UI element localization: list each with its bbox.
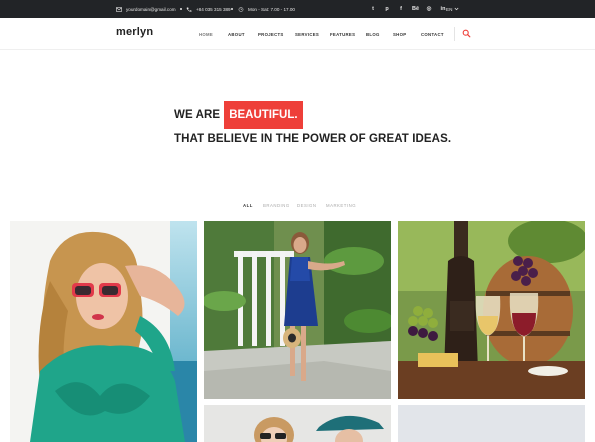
nav-blog[interactable]: BLOG xyxy=(366,32,380,37)
main-nav: HOME ABOUT PROJECTS SERVICES FEATURES BL… xyxy=(0,18,595,50)
chevron-down-icon xyxy=(454,7,459,11)
mail-icon xyxy=(116,6,122,12)
woman-sunglasses-photo xyxy=(10,221,197,442)
hours-text: Mon - Sat: 7.00 - 17.00 xyxy=(248,6,295,12)
top-bar: yourdomain@gmail.com +84 035 315 389 Mon… xyxy=(0,0,595,18)
separator-dot xyxy=(231,8,233,10)
hero-line-2: THAT BELIEVE IN THE POWER OF GREAT IDEAS… xyxy=(174,133,452,145)
separator-dot xyxy=(180,8,182,10)
language-selector[interactable]: EN xyxy=(446,0,459,18)
clock-icon xyxy=(238,6,244,12)
wine-grapes-photo xyxy=(398,221,585,399)
gallery-item-woman-blue-dress[interactable] xyxy=(204,221,391,399)
main-header: merlyn HOME ABOUT PROJECTS SERVICES FEAT… xyxy=(0,18,595,50)
opening-hours: Mon - Sat: 7.00 - 17.00 xyxy=(238,0,295,18)
woman-blue-dress-photo xyxy=(204,221,391,399)
two-women-hats-photo xyxy=(204,405,391,442)
email-contact[interactable]: yourdomain@gmail.com xyxy=(116,0,176,18)
nav-features[interactable]: FEATURES xyxy=(330,32,355,37)
nav-services[interactable]: SERVICES xyxy=(295,32,319,37)
gallery-item-woman-sunglasses[interactable] xyxy=(10,221,197,442)
phone-contact[interactable]: +84 035 315 389 xyxy=(186,0,231,18)
nav-divider xyxy=(454,27,455,41)
nav-shop[interactable]: SHOP xyxy=(393,32,406,37)
hero-prefix: WE ARE xyxy=(174,109,221,121)
filter-all[interactable]: ALL xyxy=(243,203,253,208)
phone-text: +84 035 315 389 xyxy=(196,6,231,12)
pinterest-icon[interactable]: p xyxy=(384,6,390,12)
language-label: EN xyxy=(446,6,453,12)
facebook-icon[interactable]: f xyxy=(398,6,404,12)
twitter-icon[interactable]: t xyxy=(370,6,376,12)
instagram-icon[interactable]: ◎ xyxy=(426,6,432,12)
grey-placeholder-photo xyxy=(398,405,585,442)
phone-icon xyxy=(186,7,192,12)
gallery-item-two-women-hats[interactable] xyxy=(204,405,391,442)
filter-marketing[interactable]: MARKETING xyxy=(326,203,356,208)
portfolio-filters: ALL BRANDING DESIGN MARKETING xyxy=(0,203,595,211)
email-text: yourdomain@gmail.com xyxy=(126,6,176,12)
hero-line-1: WE ARE BEAUTIFUL. xyxy=(174,101,303,129)
social-links: t p f Bē ◎ in xyxy=(370,0,446,18)
nav-contact[interactable]: CONTACT xyxy=(421,32,444,37)
gallery-item-wine-grapes[interactable] xyxy=(398,221,585,399)
filter-branding[interactable]: BRANDING xyxy=(263,203,290,208)
nav-home[interactable]: HOME xyxy=(199,32,213,37)
nav-about[interactable]: ABOUT xyxy=(228,32,245,37)
behance-icon[interactable]: Bē xyxy=(412,6,419,12)
filter-design[interactable]: DESIGN xyxy=(297,203,316,208)
gallery-item-grey[interactable] xyxy=(398,405,585,442)
hero-highlight: BEAUTIFUL. xyxy=(224,101,303,129)
search-icon[interactable] xyxy=(462,29,471,38)
nav-projects[interactable]: PROJECTS xyxy=(258,32,284,37)
